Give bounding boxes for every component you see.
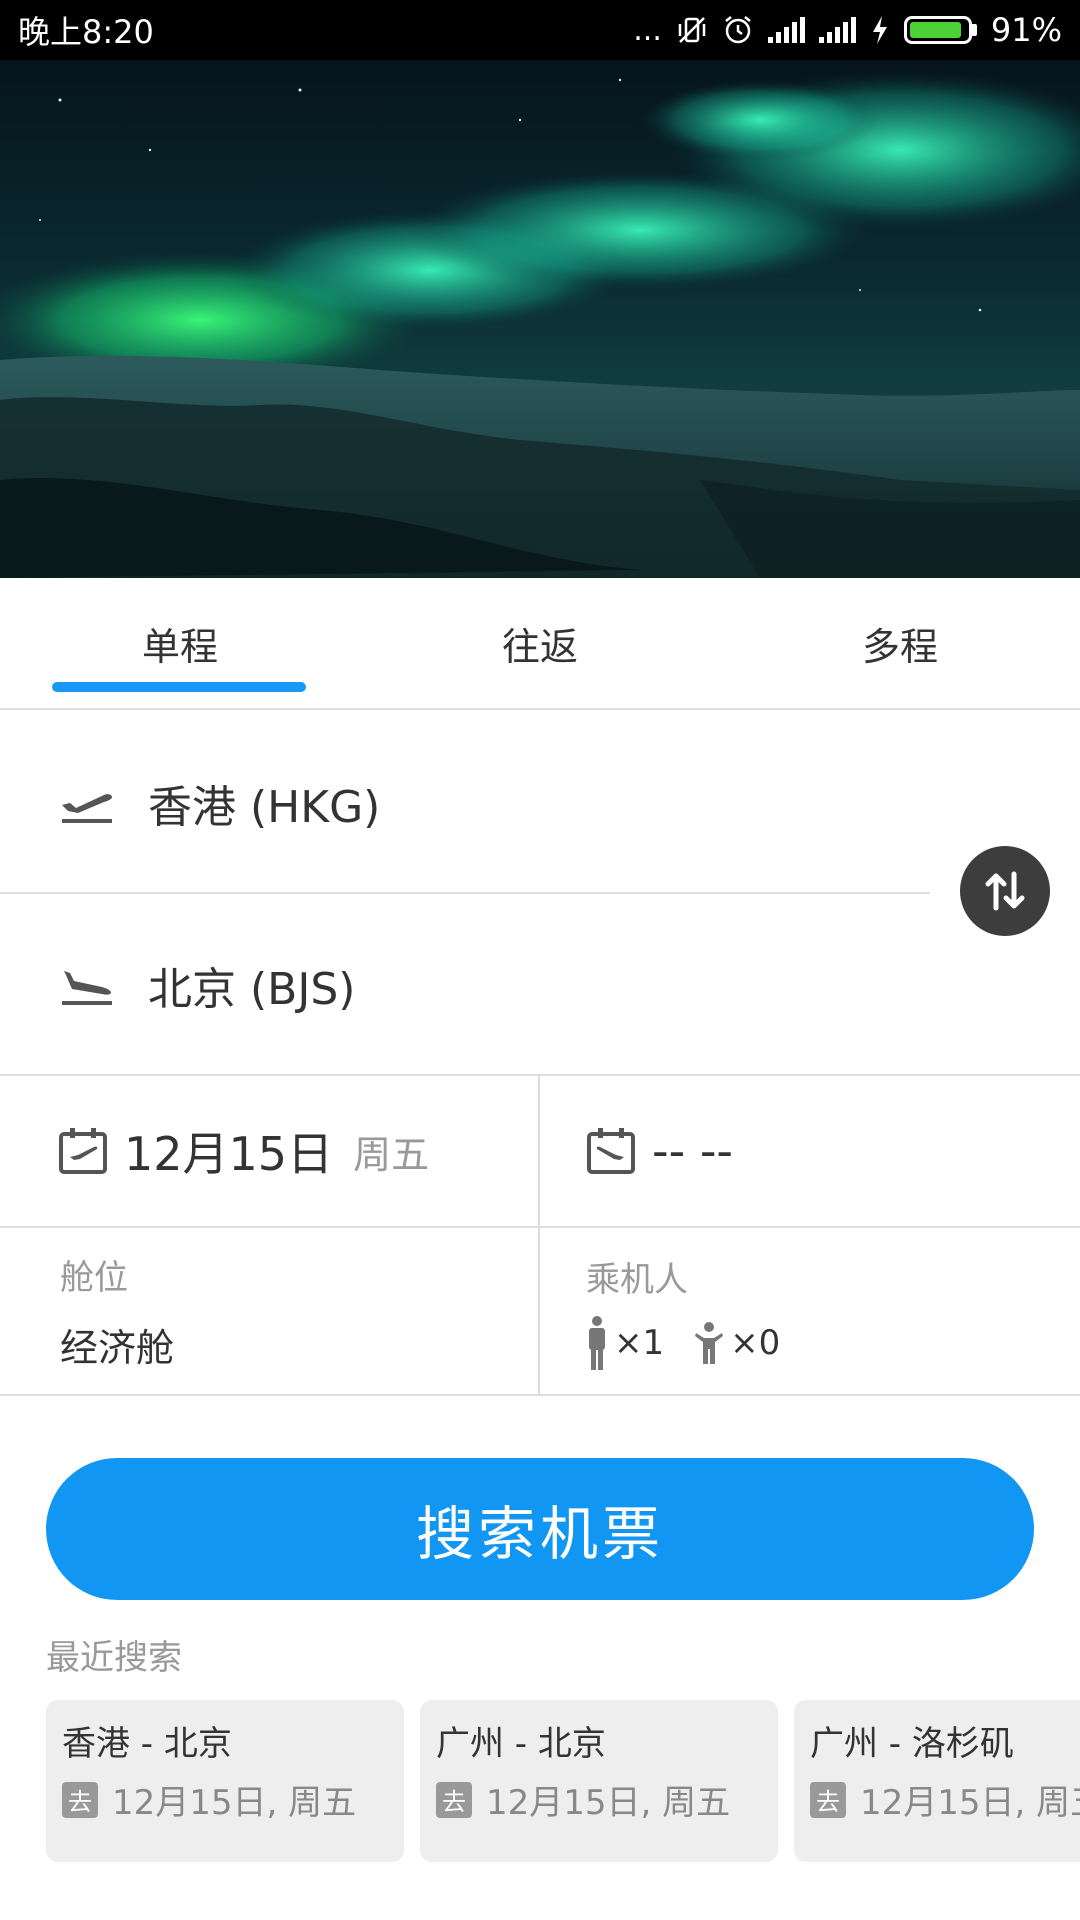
recent-route: 广州 - 洛杉矶	[810, 1724, 1014, 1764]
passenger-counts: ×1 ×0	[586, 1315, 780, 1371]
return-date: -- --	[652, 1124, 734, 1178]
child-icon	[695, 1321, 724, 1364]
vibrate-off-icon	[676, 14, 708, 46]
signal-icon-2	[818, 17, 856, 43]
search-flights-button[interactable]: 搜索机票	[46, 1458, 1034, 1600]
depart-date-field[interactable]: 12月15日 周五	[58, 1076, 538, 1226]
battery-percent: 91%	[990, 11, 1062, 49]
section-divider-3	[0, 1394, 1080, 1396]
recent-date: 12月15日, 周五	[486, 1783, 731, 1823]
child-count: ×0	[730, 1322, 781, 1363]
recent-search-card[interactable]: 香港 - 北京 去 12月15日, 周五	[46, 1700, 404, 1862]
battery-icon	[903, 16, 977, 44]
recent-search-card[interactable]: 广州 - 洛杉矶 去 12月15日, 周五	[794, 1700, 1080, 1862]
active-tab-indicator	[52, 682, 306, 692]
more-dots-icon: ...	[633, 12, 662, 48]
recent-date: 12月15日, 周五	[860, 1783, 1080, 1823]
signal-icon-1	[767, 17, 805, 43]
depart-weekday: 周五	[353, 1132, 430, 1177]
depart-tag-icon: 去	[436, 1781, 472, 1818]
cabin-value: 经济舱	[60, 1326, 175, 1370]
hero-aurora-image	[0, 60, 1080, 578]
depart-tag-icon: 去	[62, 1781, 98, 1818]
departure-city-field[interactable]: 香港 (HKG)	[0, 712, 1080, 894]
calendar-depart-icon	[59, 1128, 107, 1174]
recent-search-card[interactable]: 广州 - 北京 去 12月15日, 周五	[420, 1700, 778, 1862]
passengers-field[interactable]: 乘机人 ×1 ×0	[586, 1228, 1066, 1394]
status-time: 晚上8:20	[18, 13, 154, 51]
arrival-city-field[interactable]: 北京 (BJS)	[0, 894, 1080, 1076]
swap-cities-button[interactable]	[960, 846, 1050, 936]
cabin-label: 舱位	[60, 1258, 128, 1298]
recent-date: 12月15日, 周五	[112, 1783, 357, 1823]
status-bar: 晚上8:20 ... 91%	[0, 0, 1080, 60]
screen: 晚上8:20 ... 91% 单程 往返 多程 香港 (HKG) 北京 (BJS…	[0, 0, 1080, 1920]
takeoff-icon	[62, 794, 112, 823]
landing-icon	[62, 971, 112, 1005]
depart-date: 12月15日	[124, 1127, 334, 1181]
tab-round-trip[interactable]: 往返	[360, 578, 720, 708]
date-vertical-divider	[538, 1076, 540, 1226]
arrival-city: 北京 (BJS)	[148, 964, 356, 1015]
adult-icon	[589, 1315, 605, 1370]
adult-count: ×1	[614, 1322, 665, 1363]
recent-searches-list: 香港 - 北京 去 12月15日, 周五 广州 - 北京 去 12月15日, 周…	[46, 1700, 1080, 1862]
status-icons: ... 91%	[633, 11, 1062, 49]
recent-route: 香港 - 北京	[62, 1724, 232, 1764]
cabin-vertical-divider	[538, 1228, 540, 1394]
recent-route: 广州 - 北京	[436, 1724, 606, 1764]
swap-icon	[985, 871, 1025, 911]
calendar-return-icon	[587, 1128, 635, 1174]
depart-tag-icon: 去	[810, 1781, 846, 1818]
cabin-class-field[interactable]: 舱位 经济舱	[60, 1228, 530, 1394]
charging-icon	[870, 14, 890, 46]
return-date-field[interactable]: -- --	[586, 1076, 1066, 1226]
alarm-icon	[722, 14, 754, 46]
recent-searches-title: 最近搜索	[46, 1638, 182, 1678]
tab-multi-city[interactable]: 多程	[720, 578, 1080, 708]
departure-city: 香港 (HKG)	[148, 782, 381, 833]
passengers-label: 乘机人	[586, 1259, 688, 1300]
